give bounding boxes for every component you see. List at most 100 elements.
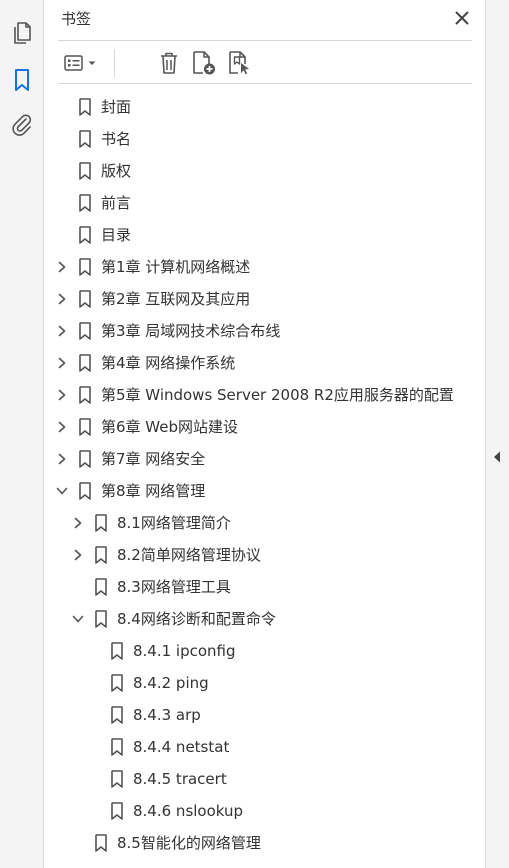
chevron-right-icon[interactable] <box>55 388 69 402</box>
bookmark-icon <box>78 130 92 148</box>
bookmark-label: 第3章 局域网技术综合布线 <box>101 322 281 340</box>
bookmark-icon <box>78 482 92 500</box>
bookmark-icon <box>110 770 124 788</box>
bookmark-tree: 封面书名版权前言目录第1章 计算机网络概述 第2章 互联网及其应用第3章 局域网技… <box>45 91 485 859</box>
bookmark-item[interactable]: 第1章 计算机网络概述 <box>45 251 485 283</box>
bookmark-item[interactable]: 第3章 局域网技术综合布线 <box>45 315 485 347</box>
bookmark-icon <box>110 674 124 692</box>
bookmark-item[interactable]: 第2章 互联网及其应用 <box>45 283 485 315</box>
bookmark-item[interactable]: 8.4网络诊断和配置命令 <box>45 603 485 635</box>
new-bookmark-button[interactable] <box>190 50 218 76</box>
bookmark-label: 第8章 网络管理 <box>101 482 206 500</box>
panel-title: 书签 <box>61 10 92 28</box>
bookmark-label: 8.4.4 netstat <box>133 738 230 756</box>
attachment-icon <box>12 114 32 136</box>
bookmark-item[interactable]: 版权 <box>45 155 485 187</box>
bookmark-label: 第6章 Web网站建设 <box>101 418 239 436</box>
bookmark-item[interactable]: 8.3网络管理工具 <box>45 571 485 603</box>
bookmark-item[interactable]: 8.4.6 nslookup <box>45 795 485 827</box>
bookmark-label: 8.4.1 ipconfig <box>133 642 236 660</box>
pdf-reader-sidebar: 书签 封面 书名 版权 前言 目录 第1章 计算机网络概述 第2章 互联网及其应… <box>0 0 509 868</box>
bookmarks-toolbar <box>58 40 472 84</box>
bookmark-item[interactable]: 封面 <box>45 91 485 123</box>
bookmark-label: 8.4.3 arp <box>133 706 201 724</box>
bookmark-icon <box>78 418 92 436</box>
bookmark-item[interactable]: 8.4.3 arp <box>45 699 485 731</box>
new-bookmark-from-structure-icon <box>229 51 249 75</box>
chevron-right-icon[interactable] <box>55 452 69 466</box>
chevron-right-icon[interactable] <box>55 420 69 434</box>
panel-resize-strip[interactable] <box>485 0 509 868</box>
bookmark-item[interactable]: 8.2简单网络管理协议 <box>45 539 485 571</box>
bookmark-item[interactable]: 8.4.5 tracert <box>45 763 485 795</box>
bookmark-label: 8.4.2 ping <box>133 674 209 692</box>
bookmark-icon <box>78 354 92 372</box>
bookmark-item[interactable]: 8.5智能化的网络管理 <box>45 827 485 859</box>
chevron-right-icon[interactable] <box>71 548 85 562</box>
bookmarks-panel: 书签 封面 书名 版权 前言 目录 第1章 计算机网络概述 第2章 互联网及其应… <box>45 0 485 868</box>
bookmark-icon <box>78 450 92 468</box>
bookmark-icon <box>78 258 92 276</box>
bookmark-label: 目录 <box>101 226 132 244</box>
bookmark-label: 第4章 网络操作系统 <box>101 354 236 372</box>
bookmark-item[interactable]: 第5章 Windows Server 2008 R2应用服务器的配置 <box>45 379 485 411</box>
chevron-right-icon[interactable] <box>55 292 69 306</box>
bookmark-icon <box>94 546 108 564</box>
bookmark-icon <box>94 610 108 628</box>
bookmark-item[interactable]: 第4章 网络操作系统 <box>45 347 485 379</box>
close-icon <box>455 11 469 25</box>
new-bookmark-from-structure-button[interactable] <box>226 50 254 76</box>
navigation-rail <box>0 0 44 868</box>
bookmark-item[interactable]: 第8章 网络管理 <box>45 475 485 507</box>
chevron-right-icon[interactable] <box>55 260 69 274</box>
bookmark-item[interactable]: 第6章 Web网站建设 <box>45 411 485 443</box>
bookmark-icon <box>78 194 92 212</box>
delete-bookmark-button[interactable] <box>156 50 182 76</box>
chevron-down-icon[interactable] <box>71 612 85 626</box>
bookmark-label: 前言 <box>101 194 132 212</box>
bookmark-label: 8.4网络诊断和配置命令 <box>117 610 276 628</box>
chevron-right-icon[interactable] <box>55 324 69 338</box>
bookmark-icon <box>15 69 29 91</box>
attachments-panel-button[interactable] <box>8 111 36 139</box>
bookmark-label: 8.1网络管理简介 <box>117 514 231 532</box>
bookmark-icon <box>78 386 92 404</box>
bookmark-icon <box>78 98 92 116</box>
bookmark-item[interactable]: 目录 <box>45 219 485 251</box>
bookmark-item[interactable]: 书名 <box>45 123 485 155</box>
bookmark-item[interactable]: 第7章 网络安全 <box>45 443 485 475</box>
chevron-down-icon[interactable] <box>55 484 69 498</box>
bookmark-icon <box>110 802 124 820</box>
bookmark-options-button[interactable] <box>60 50 100 76</box>
bookmark-item[interactable]: 前言 <box>45 187 485 219</box>
bookmark-icon <box>78 322 92 340</box>
bookmark-item[interactable]: 8.4.4 netstat <box>45 731 485 763</box>
bookmark-icon <box>110 738 124 756</box>
new-bookmark-icon <box>193 51 215 75</box>
bookmark-item[interactable]: 8.4.2 ping <box>45 667 485 699</box>
pages-panel-button[interactable] <box>8 19 36 47</box>
bookmark-label: 8.4.5 tracert <box>133 770 227 788</box>
bookmarks-panel-button[interactable] <box>8 66 36 94</box>
bookmark-icon <box>94 578 108 596</box>
bookmark-item[interactable]: 8.4.1 ipconfig <box>45 635 485 667</box>
chevron-right-icon[interactable] <box>55 356 69 370</box>
bookmark-label: 8.5智能化的网络管理 <box>117 834 261 852</box>
bookmark-label: 8.4.6 nslookup <box>133 802 244 820</box>
close-panel-button[interactable] <box>453 9 471 27</box>
collapse-arrow-icon[interactable] <box>492 450 502 464</box>
bookmark-item[interactable]: 8.1网络管理简介 <box>45 507 485 539</box>
chevron-right-icon[interactable] <box>71 516 85 530</box>
bookmark-label: 书名 <box>101 130 132 148</box>
pages-icon <box>14 22 31 44</box>
